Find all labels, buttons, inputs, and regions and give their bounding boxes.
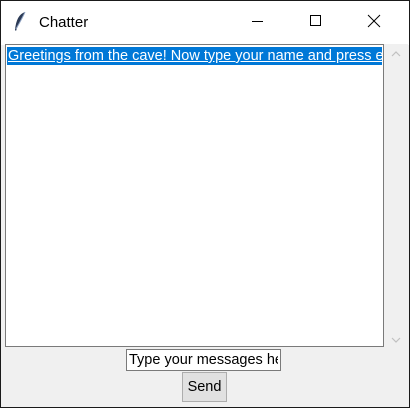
chevron-up-icon [391, 44, 401, 62]
vertical-scrollbar[interactable] [384, 44, 408, 347]
maximize-button[interactable] [287, 1, 345, 45]
scroll-up-button[interactable] [384, 44, 408, 61]
close-button[interactable] [345, 1, 403, 45]
window-title: Chatter [39, 14, 89, 31]
chatter-window: Chatter Greetings from the cave! Now typ… [0, 0, 410, 408]
feather-icon [13, 11, 27, 33]
message-input[interactable] [126, 349, 281, 371]
minimize-icon [252, 14, 264, 32]
chevron-down-icon [391, 330, 401, 348]
title-bar[interactable]: Chatter [1, 1, 409, 45]
message-list-item[interactable]: Greetings from the cave! Now type your n… [7, 47, 382, 65]
minimize-button[interactable] [229, 1, 287, 45]
maximize-icon [310, 14, 322, 32]
close-icon [367, 14, 381, 33]
scroll-down-button[interactable] [384, 330, 408, 347]
send-button[interactable]: Send [182, 372, 227, 402]
messages-listbox[interactable]: Greetings from the cave! Now type your n… [5, 44, 384, 347]
